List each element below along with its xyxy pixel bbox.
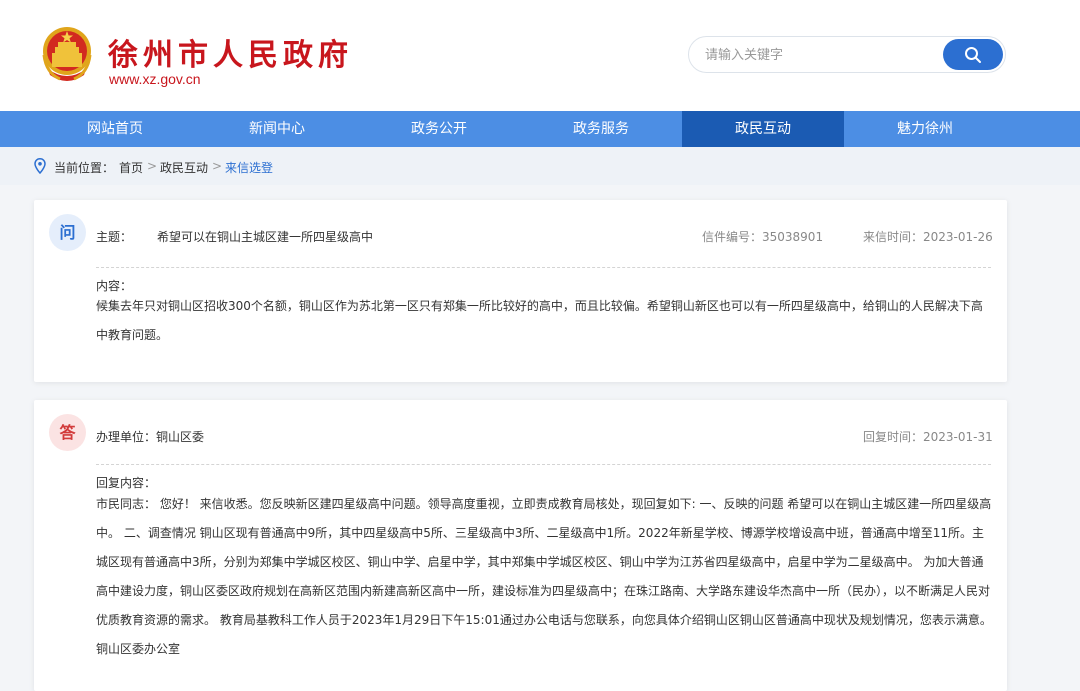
question-badge: 问: [49, 214, 86, 251]
location-pin-icon: [34, 158, 46, 174]
breadcrumb-section[interactable]: 政民互动: [160, 159, 208, 176]
national-emblem-icon[interactable]: [40, 25, 94, 85]
letter-content: 候集去年只对铜山区招收300个名额，铜山区作为苏北第一区只有郑集一所比较好的高中…: [96, 299, 983, 342]
letter-subject: 希望可以在铜山主城区建一所四星级高中: [157, 230, 374, 244]
nav-item-gov-service[interactable]: 政务服务: [520, 111, 682, 147]
reply-card: 答 办理单位：铜山区委 回复时间：2023-01-31 回复内容： 市民同志： …: [34, 400, 1007, 691]
breadcrumb-current[interactable]: 来信选登: [225, 159, 273, 176]
site-header: 徐州市人民政府 www.xz.gov.cn: [0, 0, 1080, 111]
breadcrumb-separator: >: [147, 159, 158, 173]
nav-item-gov-info[interactable]: 政务公开: [358, 111, 520, 147]
breadcrumb: 当前位置： 首页 > 政民互动 > 来信选登: [0, 147, 1080, 185]
breadcrumb-separator: >: [212, 159, 223, 173]
reply-date: 回复时间：2023-01-31: [863, 430, 993, 444]
letter-date: 来信时间：2023-01-26: [863, 230, 993, 244]
site-url[interactable]: www.xz.gov.cn: [109, 71, 201, 87]
nav-item-news[interactable]: 新闻中心: [196, 111, 358, 147]
divider: [96, 464, 991, 465]
search-box: [688, 36, 1006, 73]
letter-number: 信件编号：35038901: [702, 230, 824, 244]
letter-card: 问 主题： 希望可以在铜山主城区建一所四星级高中 信件编号：35038901 来…: [34, 200, 1007, 382]
subject-label: 主题：: [96, 230, 133, 244]
breadcrumb-home[interactable]: 首页: [119, 159, 143, 176]
answer-badge: 答: [49, 414, 86, 451]
breadcrumb-prefix: 当前位置：: [54, 161, 115, 175]
nav-item-charm[interactable]: 魅力徐州: [844, 111, 1006, 147]
search-button[interactable]: [943, 39, 1003, 70]
reply-unit: 办理单位：铜山区委: [96, 430, 205, 444]
main-nav: 网站首页 新闻中心 政务公开 政务服务 政民互动 魅力徐州: [0, 111, 1080, 147]
site-name[interactable]: 徐州市人民政府: [108, 30, 353, 74]
search-input[interactable]: [705, 45, 935, 65]
divider: [96, 267, 991, 268]
nav-item-home[interactable]: 网站首页: [34, 111, 196, 147]
reply-content-label: 回复内容：: [96, 476, 157, 490]
magnifier-icon: [965, 46, 981, 63]
nav-item-interaction[interactable]: 政民互动: [682, 111, 844, 147]
reply-content: 市民同志： 您好！ 来信收悉。您反映新区建四星级高中问题。领导高度重视，立即责成…: [96, 497, 992, 656]
